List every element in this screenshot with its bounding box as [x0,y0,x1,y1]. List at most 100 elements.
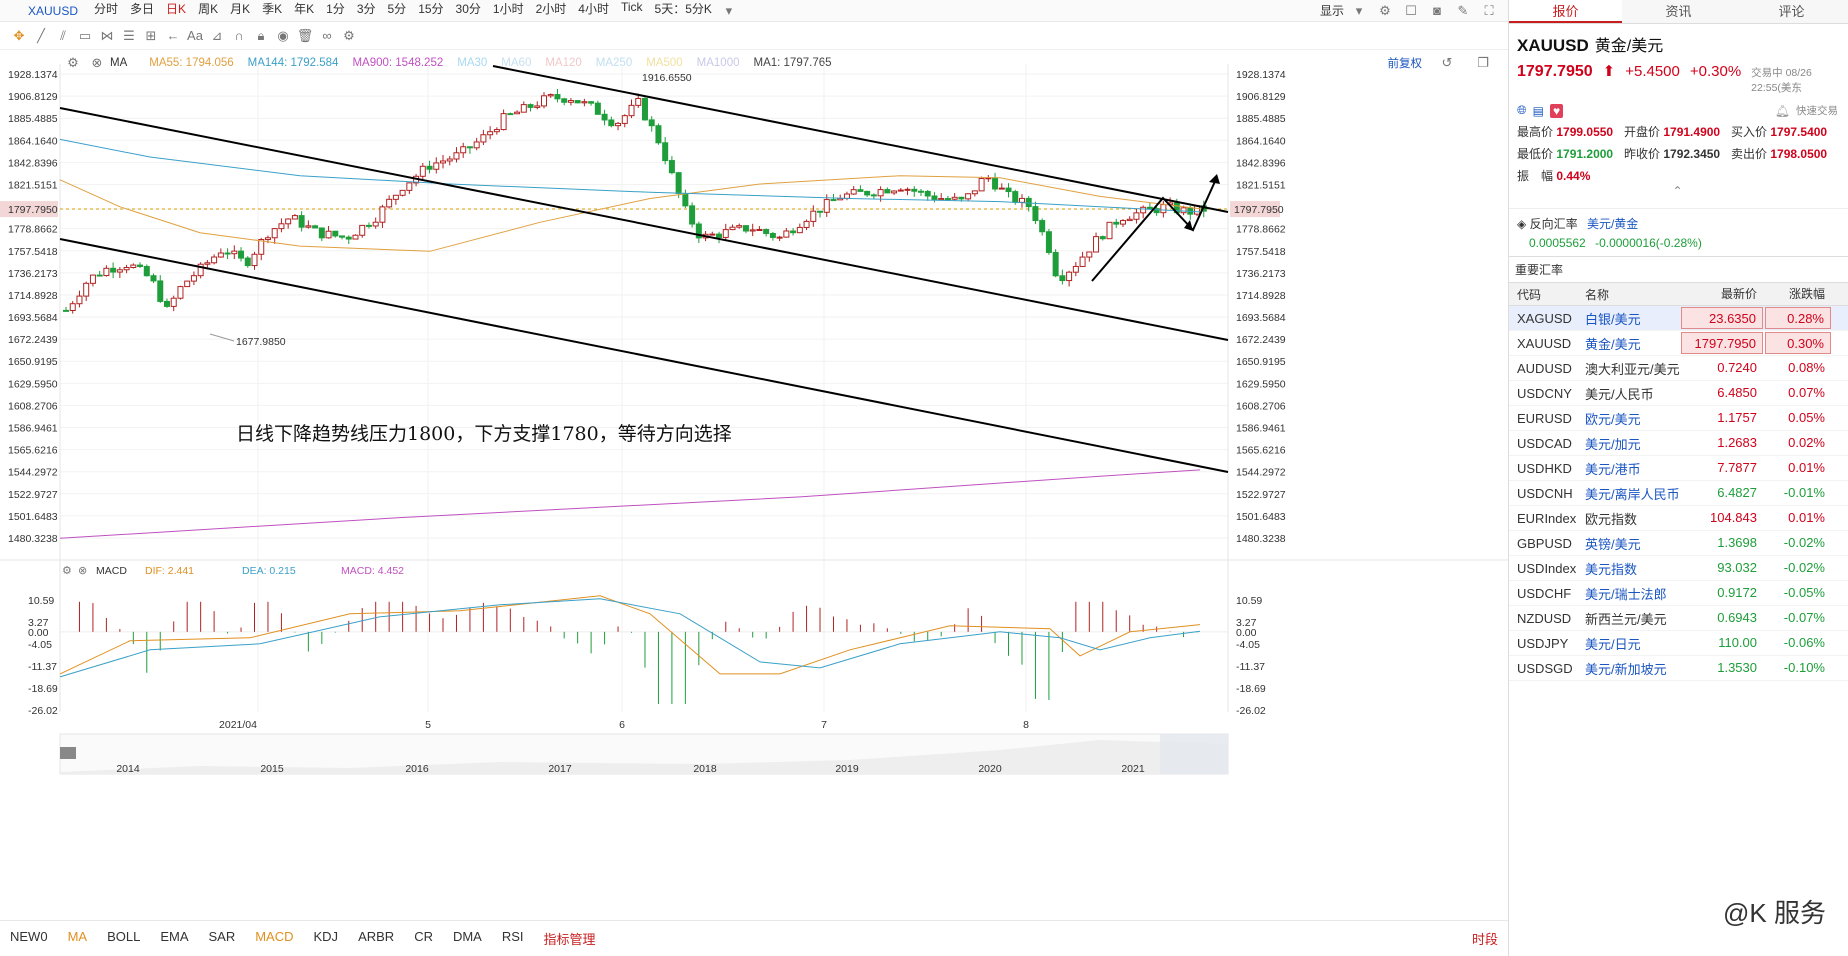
doc-icon[interactable]: ▤ [1533,104,1544,118]
eye-icon[interactable]: ◉ [272,25,294,47]
right-tab-2[interactable]: 评论 [1735,0,1848,23]
table-row[interactable]: XAUUSD 黄金/美元 1797.7950 0.30% [1509,331,1848,356]
col-header-0[interactable]: 代码 [1509,286,1579,303]
link-icon[interactable]: ∞ [316,25,338,47]
globe-icon[interactable]: 🌐︎ [1517,103,1527,118]
gear-icon[interactable]: ⚙ [62,565,72,577]
table-row[interactable]: USDCNY 美元/人民币 6.4850 0.07% [1509,381,1848,406]
timeframe-7[interactable]: 1分 [320,0,351,22]
fib-tool-icon[interactable]: ☰ [118,25,140,47]
indicator-6[interactable]: KDJ [304,929,349,948]
indicator-0[interactable]: NEW0 [0,929,58,948]
right-tab-0[interactable]: 报价 [1509,0,1622,23]
session-button[interactable]: 时段 [1462,929,1508,948]
reverse-value: 0.0005562 [1529,236,1586,250]
arrow-tool-icon[interactable]: ← [162,25,184,47]
indicator-10[interactable]: RSI [492,929,534,948]
col-header-3[interactable]: 涨跌幅 [1765,283,1831,305]
lock-icon[interactable]: 🔒︎ [250,25,272,47]
indicator-1[interactable]: MA [58,929,98,948]
timeframe-16[interactable]: 5天：5分K [649,0,718,22]
timeframe-1[interactable]: 多日 [124,0,160,22]
indicator-3[interactable]: EMA [150,929,198,948]
table-row[interactable]: USDHKD 美元/港币 7.7877 0.01% [1509,456,1848,481]
timeframe-4[interactable]: 月K [224,0,256,22]
timeframe-6[interactable]: 年K [288,0,320,22]
timeframe-12[interactable]: 1小时 [487,0,530,22]
gear-icon[interactable]: ⚙ [1374,0,1396,22]
table-row[interactable]: NZDUSD 新西兰元/美元 0.6943 -0.07% [1509,606,1848,631]
line-tool-icon[interactable]: ╱ [30,25,52,47]
reverse-pair[interactable]: 美元/黄金 [1587,217,1638,231]
col-header-2[interactable]: 最新价 [1681,283,1763,305]
table-row[interactable]: EURUSD 欧元/美元 1.1757 0.05% [1509,406,1848,431]
fullscreen-icon[interactable]: ⛶ [1478,0,1500,22]
chart-area[interactable]: 1928.1374 1928.1374 1906.8129 1906.8129 1885… [0,50,1508,920]
table-row[interactable]: USDCHF 美元/瑞士法郎 0.9172 -0.05% [1509,581,1848,606]
layout-icon[interactable]: ☐ [1400,0,1422,22]
indicator-11[interactable]: 指标管理 [534,929,606,948]
table-row[interactable]: USDCNH 美元/离岸人民币 6.4827 -0.01% [1509,481,1848,506]
symbol-label[interactable]: XAUUSD [28,4,78,18]
measure-tool-icon[interactable]: ⊿ [206,25,228,47]
candle-body [1045,231,1052,253]
price-tick-left: 1821.5151 [8,179,58,191]
indicator-9[interactable]: DMA [443,929,492,948]
timeframe-2[interactable]: 日K [160,0,192,22]
timeframe-0[interactable]: 分时 [88,0,124,22]
indicator-7[interactable]: ARBR [348,929,404,948]
pattern-tool-icon[interactable]: ⋈ [96,25,118,47]
candle-body [608,119,615,127]
table-row[interactable]: USDJPY 美元/日元 110.00 -0.06% [1509,631,1848,656]
timeframe-8[interactable]: 3分 [351,0,382,22]
quote-title: XAUUSD 黄金/美元 [1517,32,1838,56]
timeframe-13[interactable]: 2小时 [530,0,573,22]
candle-body [958,196,965,200]
drawing-toolbar: ✥ ╱ ⫽ ▭ ⋈ ☰ ⊞ ← Aa ⊿ ∩ 🔒︎ ◉ 🗑︎ ∞ ⚙ [0,22,1508,50]
indicator-5[interactable]: MACD [245,929,303,948]
timeframe-5[interactable]: 季K [256,0,288,22]
table-row[interactable]: EURIndex 欧元指数 104.843 0.01% [1509,506,1848,531]
price-tick-left: 1608.2706 [8,400,58,412]
heart-icon[interactable]: ♥ [1549,103,1564,118]
table-row[interactable]: USDCAD 美元/加元 1.2683 0.02% [1509,431,1848,456]
collapse-icon[interactable]: ⌃ [1517,184,1838,198]
indicator-4[interactable]: SAR [198,929,245,948]
settings-icon[interactable]: ⚙ [338,25,360,47]
magnet-icon[interactable]: ∩ [228,25,250,47]
table-row[interactable]: USDSGD 美元/新加坡元 1.3530 -0.10% [1509,656,1848,681]
trend-line-middle[interactable] [59,107,1229,341]
right-tab-1[interactable]: 资讯 [1622,0,1735,23]
trash-icon[interactable]: 🗑︎ [294,25,316,47]
overview-window[interactable] [1160,734,1228,774]
col-header-1[interactable]: 名称 [1579,286,1681,303]
timeframe-10[interactable]: 15分 [412,0,449,22]
overview-handle-icon[interactable] [60,747,76,759]
row-price: 23.6350 [1681,307,1763,329]
quick-trade-button[interactable]: 快速交易 [1796,103,1838,118]
rectangle-tool-icon[interactable]: ▭ [74,25,96,47]
channel-tool-icon[interactable]: ⫽ [52,25,74,47]
timeframe-3[interactable]: 周K [192,0,224,22]
candle-body [211,256,218,264]
bell-icon[interactable]: 🔔︎ [1775,104,1790,118]
timeframe-9[interactable]: 5分 [382,0,413,22]
camera-icon[interactable]: ◙ [1426,0,1448,22]
timeframe-15[interactable]: Tick [615,0,649,22]
text-tool-icon[interactable]: Aa [184,25,206,47]
analysis-annotation[interactable]: 日线下降趋势线压力1800，下方支撑1780，等待方向选择 [236,423,732,445]
close-icon[interactable]: ⊗ [78,565,87,577]
table-row[interactable]: USDIndex 美元指数 93.032 -0.02% [1509,556,1848,581]
gann-tool-icon[interactable]: ⊞ [140,25,162,47]
timeframe-14[interactable]: 4小时 [572,0,615,22]
table-row[interactable]: GBPUSD 英镑/美元 1.3698 -0.02% [1509,531,1848,556]
table-row[interactable]: AUDUSD 澳大利亚元/美元 0.7240 0.08% [1509,356,1848,381]
candle-body [540,95,547,107]
display-menu[interactable]: 显示 [1320,2,1344,19]
draw-icon[interactable]: ✎ [1452,0,1474,22]
indicator-2[interactable]: BOLL [97,929,150,948]
indicator-8[interactable]: CR [404,929,443,948]
table-row[interactable]: XAGUSD 白银/美元 23.6350 0.28% [1509,306,1848,331]
crosshair-icon[interactable]: ✥ [8,25,30,47]
timeframe-11[interactable]: 30分 [450,0,487,22]
